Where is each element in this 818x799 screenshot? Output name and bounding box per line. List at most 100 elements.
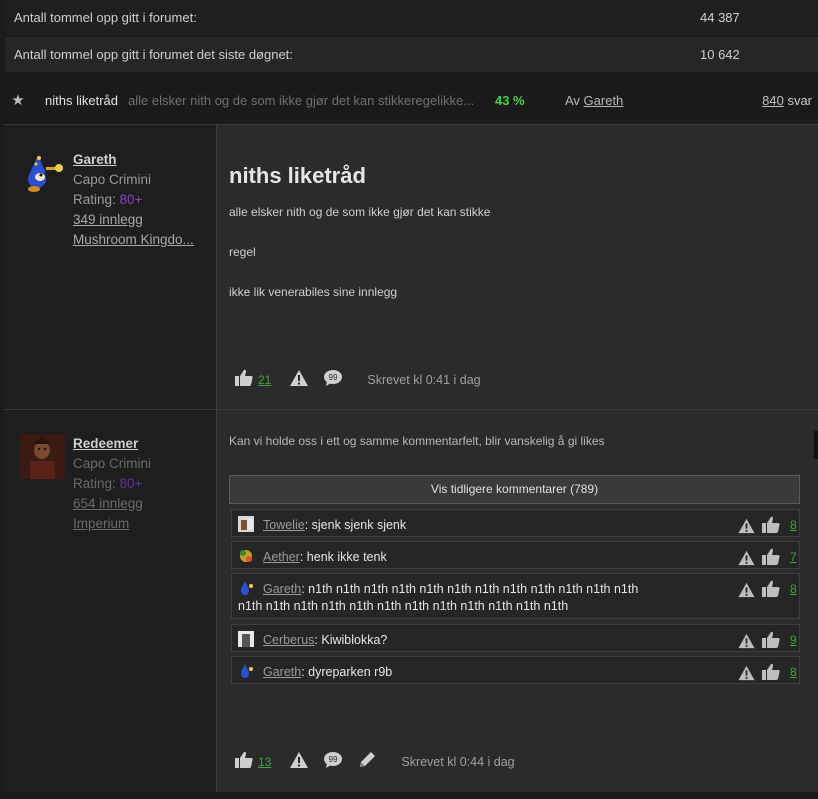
user-info: Gareth Capo Crimini Rating: 80+ 349 innl… — [73, 150, 194, 250]
comment-icon[interactable]: 99 — [323, 369, 343, 390]
warning-icon[interactable] — [737, 550, 756, 569]
comment-text: Cerberus: Kiwiblokka? — [263, 630, 683, 650]
user-rating: Rating: 80+ — [73, 474, 151, 494]
comment-username[interactable]: Gareth — [263, 665, 301, 679]
svg-text:99: 99 — [329, 755, 338, 764]
user-location-link[interactable]: Mushroom Kingdo... — [73, 230, 194, 250]
comment-like-count[interactable]: 9 — [790, 633, 797, 647]
comment: Towelie: sjenk sjenk sjenk 8 — [231, 509, 800, 537]
stat-label: Antall tommel opp gitt i forumet det sis… — [14, 47, 293, 62]
thread-author-prefix: Av — [564, 92, 580, 108]
comment-body-continued: n1th n1th n1th n1th n1th n1th n1th n1th … — [238, 599, 569, 613]
thread-like-percent: 43 % — [494, 92, 525, 108]
user-rank: Capo Crimini — [73, 456, 152, 471]
user-posts-link[interactable]: 349 innlegg — [73, 210, 194, 230]
comment: Cerberus: Kiwiblokka? 9 — [231, 624, 800, 652]
comment-like-count[interactable]: 8 — [790, 518, 797, 532]
stat-label: Antall tommel opp gitt i forumet: — [14, 10, 197, 25]
user-posts-link[interactable]: 654 innlegg — [73, 494, 151, 514]
comment-like-count[interactable]: 8 — [790, 582, 797, 596]
comment-icon[interactable]: 99 — [323, 751, 343, 772]
svg-text:99: 99 — [329, 373, 338, 382]
warning-icon[interactable] — [737, 582, 756, 601]
thumbs-up-icon[interactable] — [234, 750, 254, 773]
pencil-icon[interactable] — [357, 750, 377, 773]
comment-avatar[interactable] — [238, 663, 254, 679]
stat-row-total-thumbs: Antall tommel opp gitt i forumet: 44 387 — [5, 0, 818, 35]
thread-row[interactable]: ★ niths liketråd alle elsker nith og de … — [0, 80, 818, 120]
scroll-edge — [814, 431, 818, 459]
post-actions: 21 99 Skrevet kl 0:41 i dag — [234, 368, 481, 391]
comment-like-count[interactable]: 8 — [790, 665, 797, 679]
stat-value: 10 642 — [700, 47, 740, 62]
like-count[interactable]: 21 — [258, 373, 271, 387]
post: Gareth Capo Crimini Rating: 80+ 349 innl… — [4, 124, 818, 410]
comment: Gareth: n1th n1th n1th n1th n1th n1th n1… — [231, 573, 800, 619]
warning-icon[interactable] — [737, 633, 756, 652]
thread-author: Av Gareth — [565, 93, 623, 108]
post-title: niths liketråd — [229, 163, 366, 188]
post-paragraph: Kan vi holde oss i ett og samme kommenta… — [229, 434, 605, 448]
post-timestamp: Skrevet kl 0:41 i dag — [367, 372, 481, 387]
avatar[interactable] — [20, 434, 65, 479]
comment-body: : sjenk sjenk sjenk — [304, 518, 407, 532]
rating-value: 80+ — [119, 192, 143, 207]
comment: Aether: henk ikke tenk 7 — [231, 541, 800, 569]
comment-text: Gareth: n1th n1th n1th n1th n1th n1th n1… — [263, 579, 743, 599]
comment-avatar[interactable] — [238, 580, 254, 596]
user-rating: Rating: 80+ — [73, 190, 194, 210]
comment: Gareth: dyreparken r9b 8 — [231, 656, 800, 684]
comment-text: Gareth: dyreparken r9b — [263, 662, 683, 682]
warning-icon[interactable] — [737, 518, 756, 537]
post-author-sidebar: Gareth Capo Crimini Rating: 80+ 349 innl… — [4, 125, 217, 410]
show-earlier-comments-button[interactable]: Vis tidligere kommentarer (789) — [229, 475, 800, 504]
stat-row-daily-thumbs: Antall tommel opp gitt i forumet det sis… — [5, 37, 818, 72]
post-paragraph: regel — [229, 245, 256, 259]
comment-avatar[interactable] — [238, 631, 254, 647]
post-author-sidebar: Redeemer Capo Crimini Rating: 80+ 654 in… — [4, 410, 217, 792]
thread-replies-label: svar — [787, 92, 812, 108]
thread-replies: 840 svar — [762, 93, 812, 108]
thread-snippet: alle elsker nith og de som ikke gjør det… — [127, 92, 475, 108]
thread-name[interactable]: niths liketråd — [45, 93, 118, 108]
post-paragraph: ikke lik venerabiles sine innlegg — [229, 285, 398, 299]
comment-body: : dyreparken r9b — [301, 665, 393, 679]
rating-value: 80+ — [119, 476, 143, 491]
thumbs-up-icon[interactable] — [760, 662, 782, 685]
post-timestamp: Skrevet kl 0:44 i dag — [401, 754, 515, 769]
user-info: Redeemer Capo Crimini Rating: 80+ 654 in… — [73, 434, 151, 534]
username[interactable]: Gareth — [73, 150, 194, 170]
avatar[interactable] — [20, 151, 65, 196]
thumbs-up-icon[interactable] — [760, 579, 782, 602]
comment-avatar[interactable] — [238, 516, 254, 532]
comment-body: : Kiwiblokka? — [314, 633, 388, 647]
thumbs-up-icon[interactable] — [760, 515, 782, 538]
post-paragraph: alle elsker nith og de som ikke gjør det… — [229, 205, 491, 219]
comment-username[interactable]: Cerberus — [263, 633, 314, 647]
warning-icon[interactable] — [289, 751, 309, 772]
comment-avatar[interactable] — [238, 548, 254, 564]
stat-value: 44 387 — [700, 10, 740, 25]
post-actions: 13 99 Skrevet kl 0:44 i dag — [234, 750, 515, 773]
thread-replies-count[interactable]: 840 — [762, 93, 784, 108]
comment-text: Aether: henk ikke tenk — [263, 547, 683, 567]
rating-label: Rating: — [73, 476, 116, 491]
comment-text: Towelie: sjenk sjenk sjenk — [263, 515, 683, 535]
user-rank: Capo Crimini — [73, 172, 152, 187]
thread-author-link[interactable]: Gareth — [584, 93, 624, 108]
username[interactable]: Redeemer — [73, 434, 151, 454]
comment-body: : n1th n1th n1th n1th n1th n1th n1th n1t… — [301, 582, 639, 596]
rating-label: Rating: — [73, 192, 116, 207]
warning-icon[interactable] — [737, 665, 756, 684]
warning-icon[interactable] — [289, 369, 309, 390]
comment-username[interactable]: Towelie — [263, 518, 305, 532]
like-count[interactable]: 13 — [258, 755, 271, 769]
comment-username[interactable]: Aether — [263, 550, 300, 564]
user-location-link[interactable]: Imperium — [73, 514, 151, 534]
thumbs-up-icon[interactable] — [234, 368, 254, 391]
comment-username[interactable]: Gareth — [263, 582, 301, 596]
comment-like-count[interactable]: 7 — [790, 550, 797, 564]
thumbs-up-icon[interactable] — [760, 630, 782, 653]
thumbs-up-icon[interactable] — [760, 547, 782, 570]
star-icon[interactable]: ★ — [0, 91, 36, 109]
